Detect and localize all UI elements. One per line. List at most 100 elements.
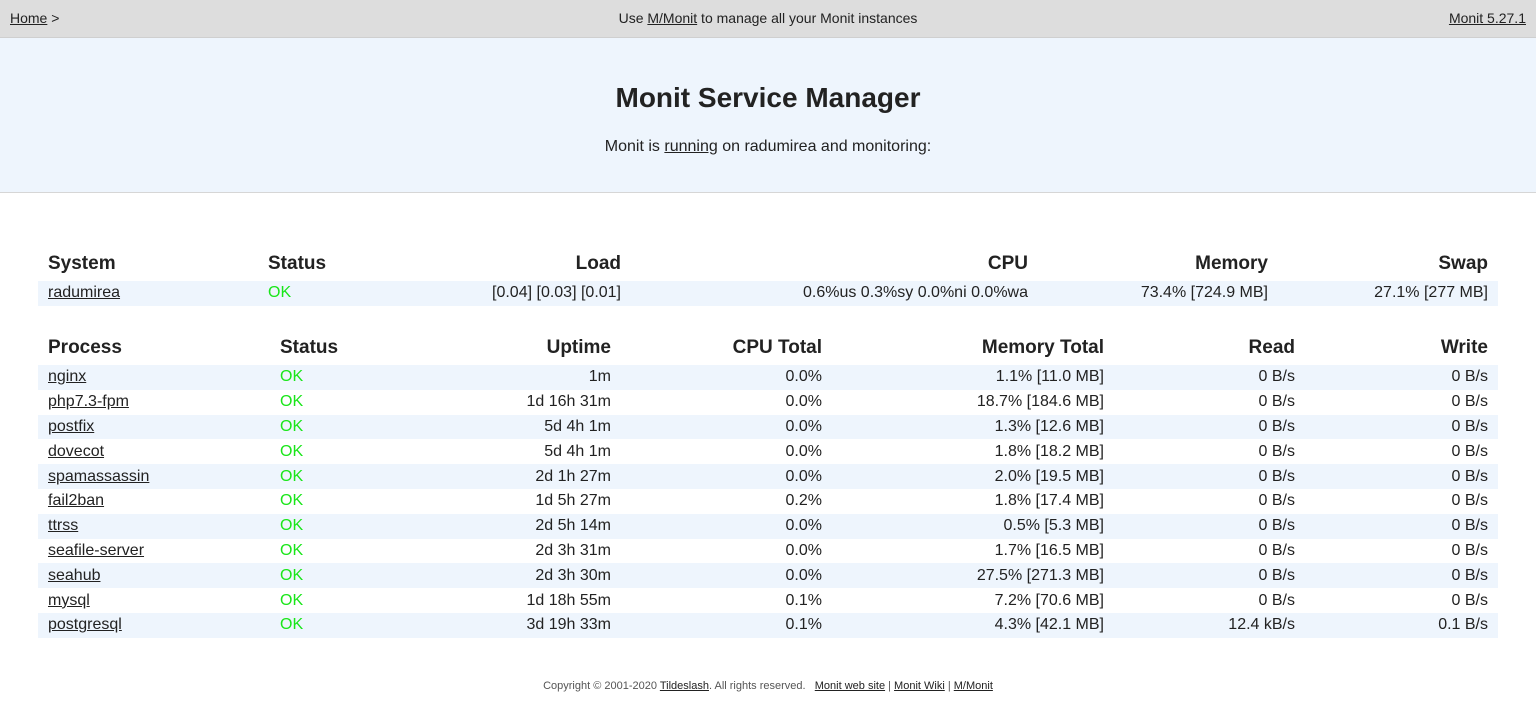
write-value: 0 B/s bbox=[1451, 541, 1488, 559]
column-header: Status bbox=[268, 253, 327, 274]
status-badge: OK bbox=[280, 591, 304, 609]
cpu-total-value: 0.1% bbox=[785, 591, 822, 609]
column-header: Load bbox=[575, 253, 621, 274]
table-row: seahub OK 2d 3h 30m 0.0% 27.5% [271.3 MB… bbox=[38, 563, 1498, 589]
write-value: 0 B/s bbox=[1451, 566, 1488, 584]
cpu-total-value: 0.0% bbox=[785, 566, 822, 584]
uptime-value: 2d 3h 31m bbox=[535, 541, 611, 559]
process-table-header: Process Status Uptime CPU Total Memory T… bbox=[38, 331, 1498, 365]
write-value: 0 B/s bbox=[1451, 591, 1488, 609]
monit-status-line: Monit is running on radumirea and monito… bbox=[0, 138, 1536, 156]
uptime-value: 2d 3h 30m bbox=[535, 566, 611, 584]
write-value: 0 B/s bbox=[1451, 492, 1488, 510]
rights-text: . All rights reserved. bbox=[708, 680, 806, 692]
column-header: System bbox=[48, 253, 116, 274]
mmonit-link[interactable]: M/Monit bbox=[647, 10, 697, 26]
table-row: seafile-server OK 2d 3h 31m 0.0% 1.7% [1… bbox=[38, 539, 1498, 564]
status-badge: OK bbox=[280, 616, 304, 634]
uptime-value: 3d 19h 33m bbox=[526, 616, 611, 634]
process-name-link[interactable]: spamassassin bbox=[48, 468, 149, 485]
memory-total-value: 27.5% [271.3 MB] bbox=[976, 566, 1104, 584]
table-row: dovecot OK 5d 4h 1m 0.0% 1.8% [18.2 MB] … bbox=[38, 439, 1498, 464]
status-badge: OK bbox=[280, 541, 304, 559]
memory-total-value: 0.5% [5.3 MB] bbox=[1003, 517, 1105, 535]
status-prefix: Monit is bbox=[604, 138, 665, 155]
column-header: CPU bbox=[987, 253, 1028, 274]
process-table: Process Status Uptime CPU Total Memory T… bbox=[38, 331, 1498, 638]
promo-prefix: Use bbox=[618, 10, 648, 26]
cpu-total-value: 0.0% bbox=[785, 368, 822, 386]
memory-total-value: 7.2% [70.6 MB] bbox=[994, 591, 1104, 609]
status-badge: OK bbox=[280, 517, 304, 535]
uptime-value: 1m bbox=[588, 368, 611, 386]
read-value: 0 B/s bbox=[1258, 393, 1295, 411]
status-suffix: on radumirea and monitoring: bbox=[717, 138, 932, 155]
table-row: postfix OK 5d 4h 1m 0.0% 1.3% [12.6 MB] … bbox=[38, 414, 1498, 440]
write-value: 0 B/s bbox=[1451, 442, 1488, 460]
top-bar: Home > Use M/Monit to manage all your Mo… bbox=[0, 0, 1536, 38]
version-link[interactable]: Monit 5.27.1 bbox=[1449, 10, 1526, 26]
read-value: 0 B/s bbox=[1258, 442, 1295, 460]
table-row: ttrss OK 2d 5h 14m 0.0% 0.5% [5.3 MB] 0 … bbox=[38, 513, 1498, 539]
process-name-link[interactable]: seafile-server bbox=[48, 542, 144, 559]
process-name-link[interactable]: seahub bbox=[48, 567, 101, 584]
process-name-link[interactable]: php7.3-fpm bbox=[48, 393, 129, 410]
page-footer: Copyright © 2001-2020 Tildeslash. All ri… bbox=[0, 680, 1536, 692]
table-row: radumirea OK [0.04] [0.03] [0.01] 0.6%us… bbox=[38, 281, 1498, 306]
write-value: 0 B/s bbox=[1451, 393, 1488, 411]
system-table: System Status Load CPU Memory Swap radum… bbox=[38, 247, 1498, 306]
table-row: fail2ban OK 1d 5h 27m 0.2% 1.8% [17.4 MB… bbox=[38, 489, 1498, 514]
system-section: System Status Load CPU Memory Swap radum… bbox=[38, 247, 1498, 306]
uptime-value: 1d 18h 55m bbox=[526, 591, 611, 609]
process-name-link[interactable]: postfix bbox=[48, 418, 94, 435]
swap-value: 27.1% [277 MB] bbox=[1374, 284, 1488, 302]
uptime-value: 5d 4h 1m bbox=[544, 417, 611, 435]
column-header: CPU Total bbox=[732, 337, 822, 358]
cpu-total-value: 0.0% bbox=[785, 393, 822, 411]
load-value: [0.04] [0.03] [0.01] bbox=[492, 284, 621, 302]
process-name-link[interactable]: mysql bbox=[48, 592, 90, 609]
read-value: 0 B/s bbox=[1258, 492, 1295, 510]
footer-mmonit-link[interactable]: M/Monit bbox=[954, 680, 993, 692]
system-name-link[interactable]: radumirea bbox=[48, 284, 120, 301]
process-section: Process Status Uptime CPU Total Memory T… bbox=[38, 331, 1498, 638]
status-badge: OK bbox=[280, 417, 304, 435]
monit-wiki-link[interactable]: Monit Wiki bbox=[894, 680, 945, 692]
write-value: 0 B/s bbox=[1451, 517, 1488, 535]
read-value: 0 B/s bbox=[1258, 517, 1295, 535]
uptime-value: 2d 5h 14m bbox=[535, 517, 611, 535]
page-header: Monit Service Manager Monit is running o… bbox=[0, 38, 1536, 193]
column-header: Read bbox=[1248, 337, 1295, 358]
cpu-value: 0.6%us 0.3%sy 0.0%ni 0.0%wa bbox=[802, 284, 1028, 302]
uptime-value: 5d 4h 1m bbox=[544, 442, 611, 460]
uptime-value: 1d 16h 31m bbox=[526, 393, 611, 411]
monit-website-link[interactable]: Monit web site bbox=[815, 680, 885, 692]
write-value: 0 B/s bbox=[1451, 467, 1488, 485]
cpu-total-value: 0.0% bbox=[785, 517, 822, 535]
process-name-link[interactable]: ttrss bbox=[48, 517, 78, 534]
table-row: postgresql OK 3d 19h 33m 0.1% 4.3% [42.1… bbox=[38, 612, 1498, 638]
memory-total-value: 1.1% [11.0 MB] bbox=[995, 368, 1104, 386]
table-row: mysql OK 1d 18h 55m 0.1% 7.2% [70.6 MB] … bbox=[38, 588, 1498, 613]
status-badge: OK bbox=[280, 566, 304, 584]
tildeslash-link[interactable]: Tildeslash bbox=[660, 680, 709, 692]
process-name-link[interactable]: dovecot bbox=[48, 443, 104, 460]
table-row: nginx OK 1m 0.0% 1.1% [11.0 MB] 0 B/s 0 … bbox=[38, 365, 1498, 390]
memory-total-value: 2.0% [19.5 MB] bbox=[994, 467, 1104, 485]
memory-total-value: 18.7% [184.6 MB] bbox=[976, 393, 1104, 411]
column-header: Process bbox=[48, 337, 122, 358]
running-link[interactable]: running bbox=[664, 138, 717, 155]
copyright-text: Copyright © 2001-2020 bbox=[543, 680, 660, 692]
process-name-link[interactable]: postgresql bbox=[48, 616, 122, 633]
system-table-header: System Status Load CPU Memory Swap bbox=[38, 247, 1498, 281]
column-header: Write bbox=[1440, 337, 1488, 358]
write-value: 0.1 B/s bbox=[1438, 616, 1488, 634]
status-badge: OK bbox=[280, 393, 304, 411]
column-header: Memory Total bbox=[981, 337, 1104, 358]
process-name-link[interactable]: nginx bbox=[48, 368, 86, 385]
uptime-value: 1d 5h 27m bbox=[535, 492, 611, 510]
uptime-value: 2d 1h 27m bbox=[535, 467, 611, 485]
process-name-link[interactable]: fail2ban bbox=[48, 492, 104, 509]
read-value: 0 B/s bbox=[1258, 417, 1295, 435]
memory-value: 73.4% [724.9 MB] bbox=[1140, 284, 1268, 302]
